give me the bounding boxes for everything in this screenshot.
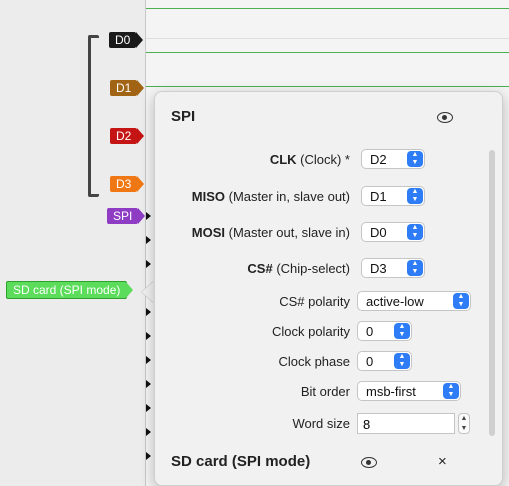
- decoder-tag-sdcard[interactable]: SD card (SPI mode): [6, 281, 134, 299]
- trace-line: [146, 52, 509, 53]
- row-arrow-icon: [146, 332, 151, 340]
- popover-scrollbar[interactable]: [489, 150, 495, 436]
- popover-pointer: [142, 281, 154, 303]
- clock-phase-select[interactable]: 0 ▲ ▼: [357, 351, 412, 371]
- cs-select[interactable]: D3 ▲ ▼: [361, 258, 425, 278]
- cs-polarity-label: CS# polarity: [279, 294, 350, 309]
- miso-label: MISO (Master in, slave out): [191, 189, 350, 204]
- cs-label: CS# (Chip-select): [247, 261, 350, 276]
- row-arrow-icon: [146, 356, 151, 364]
- close-icon[interactable]: ×: [438, 453, 447, 470]
- decoder-tag-spi[interactable]: SPI: [107, 208, 146, 224]
- trace-line: [146, 86, 509, 87]
- row-arrow-icon: [146, 452, 151, 460]
- word-size-stepper[interactable]: ▲ ▼: [458, 413, 470, 434]
- clock-polarity-label: Clock polarity: [271, 324, 350, 339]
- channel-tag-d0[interactable]: D0: [109, 32, 144, 48]
- row-arrow-icon: [146, 236, 151, 244]
- bit-order-select[interactable]: msb-first ▲ ▼: [357, 381, 461, 401]
- miso-select[interactable]: D1 ▲ ▼: [361, 186, 425, 206]
- row-arrow-icon: [146, 404, 151, 412]
- clock-polarity-select[interactable]: 0 ▲ ▼: [357, 321, 412, 341]
- clk-label: CLK (Clock) *: [269, 152, 350, 167]
- clk-select[interactable]: D2 ▲ ▼: [361, 149, 425, 169]
- chevron-updown-icon: ▲ ▼: [407, 151, 423, 167]
- decoder-title: SD card (SPI mode): [171, 453, 311, 470]
- row-arrow-icon: [146, 428, 151, 436]
- chevron-updown-icon: ▲ ▼: [394, 323, 410, 339]
- row-arrow-icon: [146, 260, 151, 268]
- row-arrow-icon: [146, 308, 151, 316]
- chevron-updown-icon: ▲ ▼: [453, 293, 469, 309]
- cs-polarity-select[interactable]: active-low ▲ ▼: [357, 291, 471, 311]
- popover-title: SPI: [171, 108, 196, 125]
- decoder-settings-popover: SPI CLK (Clock) * D2 ▲ ▼ MISO (Master in, …: [154, 91, 503, 486]
- mosi-select[interactable]: D0 ▲ ▼: [361, 222, 425, 242]
- row-arrow-icon: [146, 212, 151, 220]
- chevron-updown-icon: ▲ ▼: [407, 260, 423, 276]
- chevron-updown-icon: ▲ ▼: [394, 353, 410, 369]
- bit-order-label: Bit order: [300, 384, 350, 399]
- channel-tag-d1[interactable]: D1: [110, 80, 145, 96]
- row-separator: [146, 38, 509, 39]
- mosi-label: MOSI (Master out, slave in): [191, 225, 350, 240]
- channel-tag-d3[interactable]: D3: [110, 176, 145, 192]
- chevron-updown-icon: ▲ ▼: [407, 224, 423, 240]
- clock-phase-label: Clock phase: [278, 354, 350, 369]
- channel-tag-d2[interactable]: D2: [110, 128, 145, 144]
- channel-group-bracket: [88, 35, 99, 197]
- eye-icon[interactable]: [437, 112, 453, 123]
- channel-label-gutter: [0, 0, 145, 486]
- trace-line: [146, 8, 509, 9]
- row-arrow-icon: [146, 380, 151, 388]
- eye-icon[interactable]: [361, 457, 377, 468]
- chevron-updown-icon: ▲ ▼: [407, 188, 423, 204]
- word-size-label: Word size: [292, 416, 350, 431]
- word-size-input[interactable]: 8: [357, 413, 455, 434]
- chevron-updown-icon: ▲ ▼: [443, 383, 459, 399]
